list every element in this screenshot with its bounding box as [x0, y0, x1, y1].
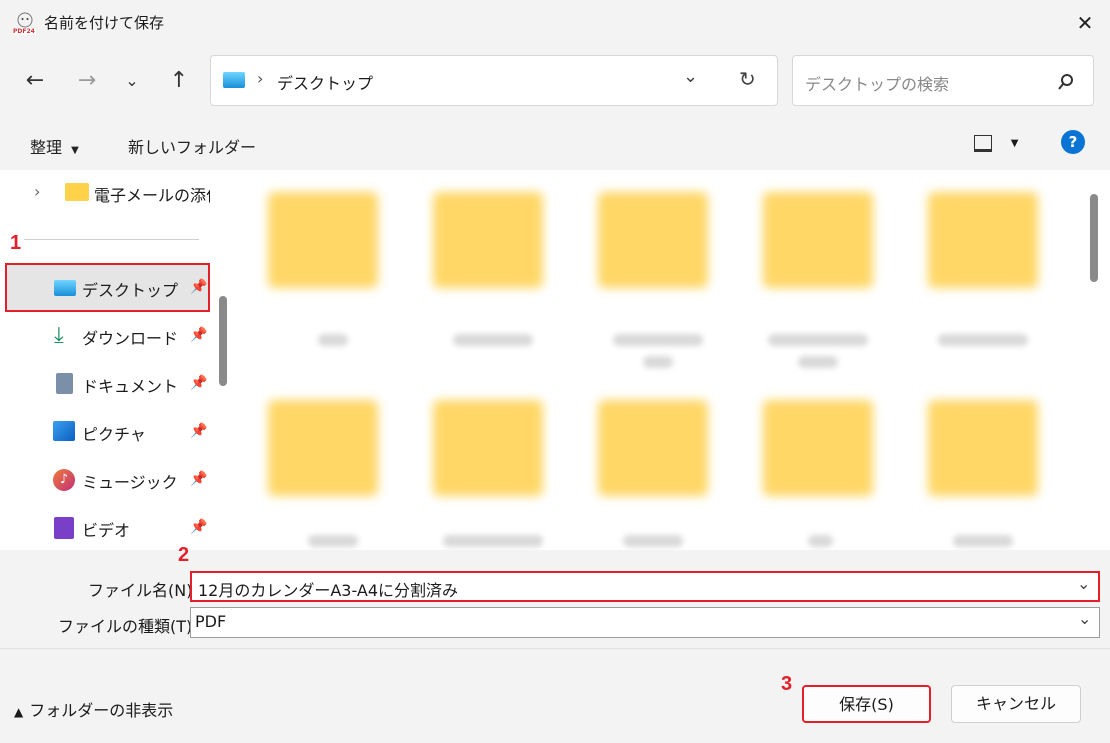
search-icon [1058, 74, 1073, 90]
step-marker-3: 3 [781, 673, 793, 695]
footer-divider [0, 648, 1110, 649]
help-button[interactable]: ? [1061, 130, 1085, 154]
folder-name-blurred [453, 334, 533, 346]
new-folder-button[interactable]: 新しいフォルダー [128, 134, 256, 158]
folder-item[interactable] [763, 400, 873, 496]
expand-chevron-icon[interactable]: › [34, 182, 40, 201]
step-marker-1: 1 [10, 232, 22, 254]
refresh-button[interactable]: ↻ [739, 67, 756, 91]
nav-scrollbar-thumb[interactable] [219, 296, 227, 386]
folder-item[interactable] [598, 192, 708, 288]
filetype-label: ファイルの種類(T): [58, 617, 198, 636]
file-scrollbar[interactable] [1086, 170, 1110, 550]
window-title: 名前を付けて保存 [44, 14, 165, 32]
nav-divider [24, 239, 199, 240]
arrow-right-icon: → [77, 68, 97, 93]
close-button[interactable]: ✕ [1070, 8, 1100, 38]
view-options-button[interactable]: ▼ [974, 134, 1018, 152]
desktop-icon [223, 72, 245, 88]
folder-item[interactable] [598, 400, 708, 496]
address-bar[interactable]: › デスクトップ ⌄ ↻ [210, 55, 778, 106]
filename-label: ファイル名(N): [88, 581, 198, 600]
filetype-value: PDF [195, 612, 227, 631]
nav-item-label: ピクチャ [82, 425, 146, 444]
folder-name-blurred [623, 535, 683, 547]
filename-value: 12月のカレンダーA3-A4に分割済み [198, 581, 459, 600]
back-button[interactable]: ← [18, 64, 52, 98]
folder-name-blurred [768, 334, 868, 346]
folder-item[interactable] [433, 192, 543, 288]
pin-icon: 📌 [190, 327, 208, 343]
help-icon: ? [1068, 133, 1078, 151]
desktop-icon [54, 280, 76, 296]
nav-item-label: ミュージック [82, 473, 178, 492]
filetype-select[interactable]: PDF ⌄ [190, 607, 1100, 638]
hide-folders-button[interactable]: ▲ フォルダーの非表示 [14, 697, 173, 721]
save-button[interactable]: 保存(S) [802, 685, 931, 723]
chevron-down-icon[interactable]: ⌄ [1077, 574, 1090, 593]
file-list [238, 170, 1086, 550]
chevron-up-icon: ▲ [14, 705, 24, 719]
folder-name-blurred [643, 356, 673, 368]
up-button[interactable]: ↑ [162, 64, 196, 98]
folder-name-blurred [808, 535, 833, 547]
organize-menu[interactable]: 整理 ▼ [30, 134, 79, 158]
folder-name-blurred [953, 535, 1013, 547]
picture-icon [53, 421, 75, 441]
nav-item-email-attachments[interactable]: 電子メールの添付 [94, 182, 210, 206]
folder-item[interactable] [763, 192, 873, 288]
forward-button[interactable]: → [70, 64, 104, 98]
filename-input[interactable]: 12月のカレンダーA3-A4に分割済み ⌄ [190, 571, 1100, 602]
step-marker-2: 2 [178, 544, 190, 566]
caret-down-icon: ▼ [1010, 138, 1019, 149]
close-icon: ✕ [1076, 11, 1094, 35]
caret-down-icon: ▼ [71, 145, 79, 156]
nav-item-label: ビデオ [82, 521, 131, 540]
folder-icon [65, 183, 89, 201]
refresh-icon: ↻ [739, 67, 756, 91]
folder-item[interactable] [928, 192, 1038, 288]
chevron-down-icon: ⌄ [1078, 609, 1092, 628]
download-icon: ⤓ [54, 323, 64, 348]
folder-name-blurred [613, 334, 703, 346]
cancel-button[interactable]: キャンセル [951, 685, 1081, 723]
folder-item[interactable] [268, 400, 378, 496]
pin-icon: 📌 [190, 519, 208, 535]
organize-label: 整理 [30, 138, 63, 157]
nav-item-label: ドキュメント [82, 377, 179, 396]
folder-name-blurred [938, 334, 1028, 346]
pin-icon: 📌 [190, 471, 208, 487]
breadcrumb-item-desktop[interactable]: デスクトップ [277, 70, 373, 94]
chevron-down-icon: ⌄ [683, 66, 699, 87]
video-icon [54, 517, 74, 539]
search-box[interactable]: デスクトップの検索 [792, 55, 1094, 106]
folder-item[interactable] [928, 400, 1038, 496]
search-input[interactable]: デスクトップの検索 [805, 71, 949, 95]
arrow-up-icon: ↑ [169, 68, 189, 93]
chevron-down-icon: ⌄ [125, 71, 139, 90]
pin-icon: 📌 [190, 279, 208, 295]
title-bar [0, 0, 1110, 46]
file-scrollbar-thumb[interactable] [1090, 194, 1098, 282]
app-icon-label: PDF24 [13, 28, 35, 35]
breadcrumb-separator: › [257, 69, 264, 88]
arrow-left-icon: ← [25, 68, 45, 93]
nav-item-label: ダウンロード [82, 329, 179, 348]
view-icon [974, 135, 992, 152]
hide-folders-label: フォルダーの非表示 [29, 701, 174, 720]
folder-name-blurred [318, 334, 348, 346]
folder-name-blurred [798, 356, 838, 368]
folder-item[interactable] [268, 192, 378, 288]
pin-icon: 📌 [190, 423, 208, 439]
folder-name-blurred [308, 535, 358, 547]
pin-icon: 📌 [190, 375, 208, 391]
recent-locations-button[interactable]: ⌄ [115, 64, 149, 98]
document-icon [56, 373, 73, 394]
folder-item[interactable] [433, 400, 543, 496]
address-dropdown-button[interactable]: ⌄ [683, 66, 698, 87]
music-icon: ♪ [53, 469, 75, 491]
nav-item-label: デスクトップ [82, 281, 179, 300]
folder-name-blurred [443, 535, 543, 547]
